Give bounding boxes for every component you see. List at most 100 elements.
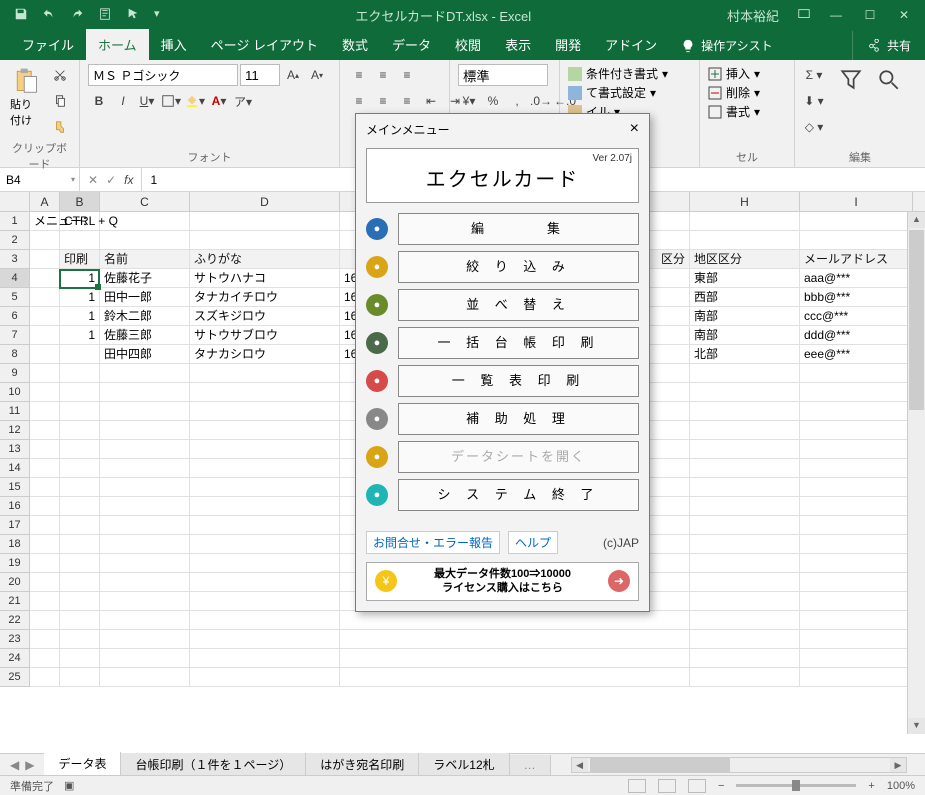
- cell[interactable]: [800, 611, 913, 630]
- cell[interactable]: [690, 611, 800, 630]
- cell[interactable]: [30, 231, 60, 250]
- cell[interactable]: [100, 611, 190, 630]
- scroll-left-icon[interactable]: ◀: [572, 758, 588, 772]
- cell[interactable]: [100, 459, 190, 478]
- cell[interactable]: タナカシロウ: [190, 345, 340, 364]
- cell[interactable]: [800, 440, 913, 459]
- cell[interactable]: [60, 497, 100, 516]
- tab-page-layout[interactable]: ページ レイアウト: [199, 29, 330, 60]
- menu-button[interactable]: 編 集: [398, 213, 639, 245]
- cell[interactable]: [690, 497, 800, 516]
- cell[interactable]: [100, 630, 190, 649]
- select-all-corner[interactable]: [0, 192, 30, 211]
- menu-button[interactable]: 一 覧 表 印 刷: [398, 365, 639, 397]
- cell[interactable]: [800, 459, 913, 478]
- phonetic-button[interactable]: ア▾: [232, 90, 254, 112]
- row-header[interactable]: 17: [0, 516, 30, 535]
- cell[interactable]: [30, 592, 60, 611]
- cell[interactable]: [190, 497, 340, 516]
- border-button[interactable]: ▾: [160, 90, 182, 112]
- cell[interactable]: 北部: [690, 345, 800, 364]
- cell[interactable]: メールアドレス: [800, 250, 913, 269]
- scroll-right-icon[interactable]: ▶: [890, 758, 906, 772]
- cell[interactable]: [100, 478, 190, 497]
- cell[interactable]: [30, 440, 60, 459]
- maximize-button[interactable]: ☐: [863, 8, 877, 22]
- sheet-tab[interactable]: はがき宛名印刷: [306, 753, 419, 776]
- row-header[interactable]: 13: [0, 440, 30, 459]
- cell[interactable]: [690, 573, 800, 592]
- cell[interactable]: [30, 307, 60, 326]
- row-header[interactable]: 22: [0, 611, 30, 630]
- font-size-input[interactable]: [240, 64, 280, 86]
- cell[interactable]: [60, 478, 100, 497]
- scroll-thumb[interactable]: [590, 758, 730, 772]
- row-header[interactable]: 10: [0, 383, 30, 402]
- zoom-level[interactable]: 100%: [887, 780, 915, 792]
- decrease-indent-icon[interactable]: ⇤: [420, 90, 442, 112]
- cell[interactable]: [30, 326, 60, 345]
- cell[interactable]: [60, 668, 100, 687]
- cell[interactable]: [100, 573, 190, 592]
- format-cells-button[interactable]: 書式 ▾: [708, 102, 760, 121]
- sheet-tab-more[interactable]: …: [510, 755, 551, 775]
- row-header[interactable]: 12: [0, 421, 30, 440]
- row-header[interactable]: 5: [0, 288, 30, 307]
- cell[interactable]: 西部: [690, 288, 800, 307]
- normal-view-icon[interactable]: [628, 779, 646, 793]
- page-layout-view-icon[interactable]: [658, 779, 676, 793]
- cell[interactable]: [800, 592, 913, 611]
- cell[interactable]: [800, 421, 913, 440]
- cell[interactable]: [690, 364, 800, 383]
- redo-icon[interactable]: [70, 7, 84, 24]
- ribbon-display-icon[interactable]: [797, 7, 811, 24]
- cut-icon[interactable]: [49, 64, 71, 86]
- insert-function-icon[interactable]: fx: [124, 173, 133, 187]
- cell[interactable]: 佐藤花子: [100, 269, 190, 288]
- cell[interactable]: 南部: [690, 326, 800, 345]
- tab-review[interactable]: 校閲: [443, 29, 493, 60]
- cell[interactable]: [690, 649, 800, 668]
- font-color-button[interactable]: A▾: [208, 90, 230, 112]
- number-format-select[interactable]: [458, 64, 548, 86]
- cell[interactable]: [800, 478, 913, 497]
- tab-formulas[interactable]: 数式: [330, 29, 380, 60]
- percent-icon[interactable]: %: [482, 90, 504, 112]
- decrease-font-icon[interactable]: A▾: [306, 64, 328, 86]
- cell[interactable]: [190, 592, 340, 611]
- cell[interactable]: [60, 592, 100, 611]
- menu-button[interactable]: 並 べ 替 え: [398, 289, 639, 321]
- qat-dropdown-icon[interactable]: ▾: [154, 7, 160, 24]
- row-header[interactable]: 2: [0, 231, 30, 250]
- increase-decimal-icon[interactable]: .0→: [530, 90, 552, 112]
- cell[interactable]: eee@***: [800, 345, 913, 364]
- cell[interactable]: [30, 402, 60, 421]
- cell[interactable]: スズキジロウ: [190, 307, 340, 326]
- row-header[interactable]: 11: [0, 402, 30, 421]
- comma-icon[interactable]: ,: [506, 90, 528, 112]
- cell[interactable]: [30, 269, 60, 288]
- cell[interactable]: [190, 440, 340, 459]
- undo-icon[interactable]: [42, 7, 56, 24]
- menu-button[interactable]: 補 助 処 理: [398, 403, 639, 435]
- cell[interactable]: [100, 649, 190, 668]
- cell[interactable]: [690, 440, 800, 459]
- cell[interactable]: [190, 231, 340, 250]
- cell[interactable]: 名前: [100, 250, 190, 269]
- cell[interactable]: [30, 516, 60, 535]
- help-link[interactable]: ヘルプ: [508, 531, 558, 554]
- col-header[interactable]: A: [30, 192, 60, 211]
- cell[interactable]: [800, 231, 913, 250]
- align-center-icon[interactable]: ≡: [372, 90, 394, 112]
- cell[interactable]: [690, 630, 800, 649]
- macro-record-icon[interactable]: ▣: [64, 779, 74, 792]
- cell[interactable]: [190, 630, 340, 649]
- col-header[interactable]: I: [800, 192, 913, 211]
- sheet-nav-next-icon[interactable]: ▶: [25, 758, 34, 772]
- cell[interactable]: メニュー：: [30, 212, 60, 231]
- cell[interactable]: [190, 516, 340, 535]
- cell[interactable]: [340, 611, 690, 630]
- close-button[interactable]: ✕: [897, 8, 911, 22]
- row-header[interactable]: 25: [0, 668, 30, 687]
- col-header[interactable]: D: [190, 192, 340, 211]
